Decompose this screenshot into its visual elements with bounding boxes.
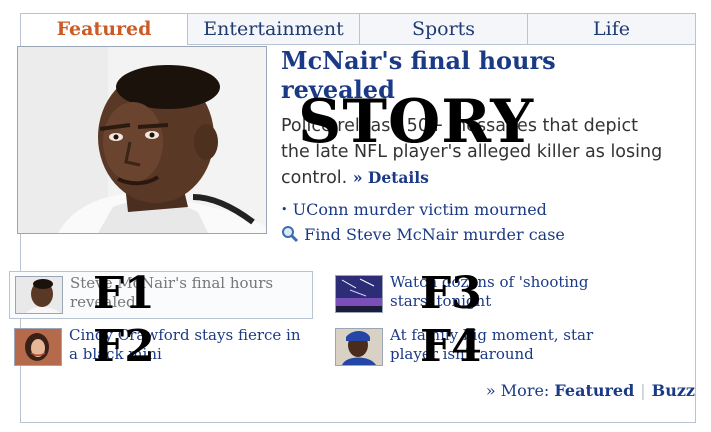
feature-title: Steve McNair's final hours revealed: [70, 274, 274, 311]
feature-thumbnail-star-player: [335, 328, 383, 366]
story-photo[interactable]: [17, 46, 267, 234]
bullet-icon: •: [281, 203, 288, 216]
details-link[interactable]: » Details: [353, 168, 429, 187]
feature-tile-4[interactable]: At family big moment, star player isn't …: [330, 324, 634, 372]
more-label: » More:: [485, 381, 550, 400]
story-headline[interactable]: McNair's final hours revealed: [281, 46, 661, 104]
search-icon: [281, 225, 299, 247]
related-link-label: UConn murder victim mourned: [292, 200, 547, 219]
feature-title: Cindy Crawford stays fierce in a black m…: [69, 326, 301, 363]
tab-bar: Featured Entertainment Sports Life: [21, 14, 695, 46]
feature-title: At family big moment, star player isn't …: [390, 326, 594, 363]
tab-sports[interactable]: Sports: [359, 14, 527, 45]
feature-thumbnail-mcnair: [15, 276, 63, 314]
story-summary-text: Police release 50+ messages that depict …: [281, 116, 663, 188]
more-links: » More: Featured | Buzz: [486, 381, 695, 400]
feature-tile-3[interactable]: Watch dozens of 'shooting stars' tonight: [330, 271, 634, 319]
more-buzz-link[interactable]: Buzz: [652, 381, 695, 400]
more-featured-link[interactable]: Featured: [554, 381, 634, 400]
related-link-search[interactable]: Find Steve McNair murder case: [281, 225, 565, 247]
related-link-label: Find Steve McNair murder case: [304, 225, 565, 244]
feature-title: Watch dozens of 'shooting stars' tonight: [390, 273, 589, 310]
feature-thumbnail-crawford: [14, 328, 62, 366]
player-portrait-image: [18, 47, 266, 233]
story-summary: Police release 50+ messages that depict …: [281, 113, 666, 191]
tab-featured[interactable]: Featured: [21, 14, 188, 45]
link-divider: |: [640, 381, 646, 400]
feature-tile-1[interactable]: Steve McNair's final hours revealed: [9, 271, 313, 319]
related-link-uconn[interactable]: • UConn murder victim mourned: [281, 200, 547, 219]
tab-life[interactable]: Life: [527, 14, 695, 45]
tab-entertainment[interactable]: Entertainment: [188, 14, 359, 45]
feature-tile-2[interactable]: Cindy Crawford stays fierce in a black m…: [9, 324, 313, 372]
feature-thumbnail-meteor-shower: [335, 275, 383, 313]
